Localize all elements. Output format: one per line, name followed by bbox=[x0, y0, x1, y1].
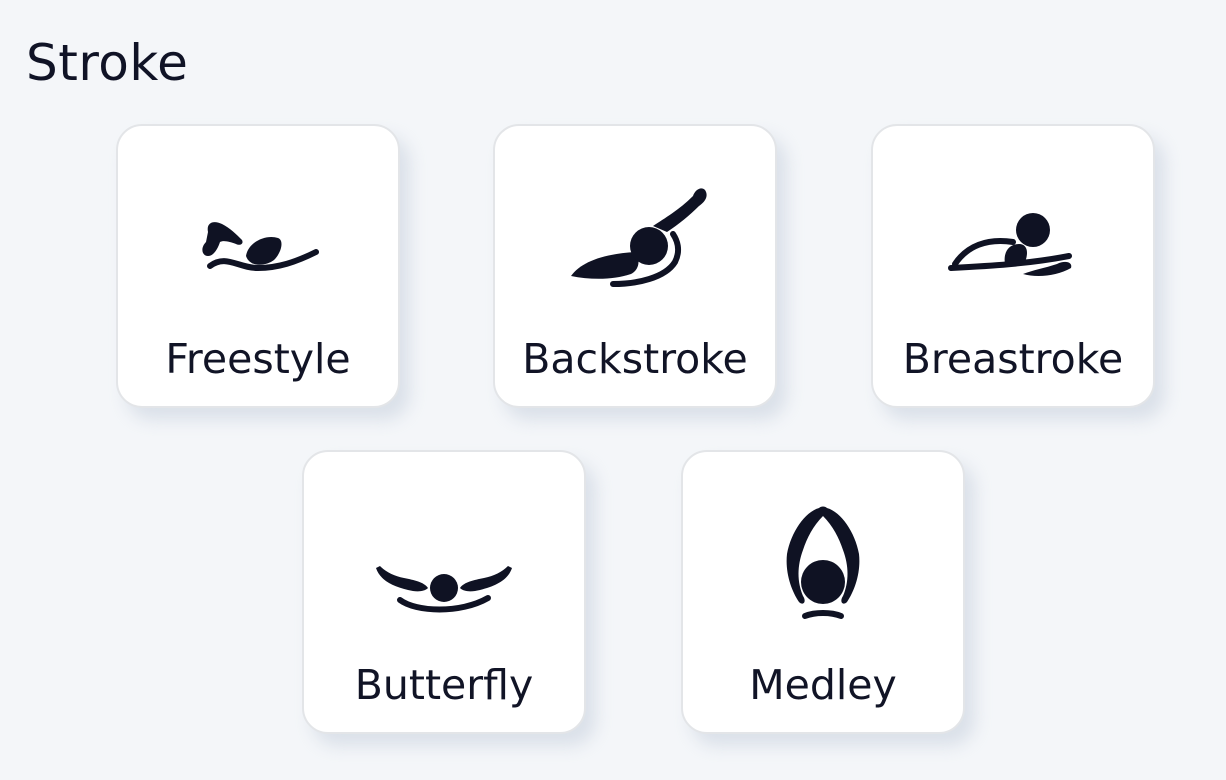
butterfly-swimmer-icon bbox=[364, 502, 524, 632]
stroke-label: Freestyle bbox=[165, 335, 351, 383]
breaststroke-swimmer-icon bbox=[933, 176, 1093, 306]
stroke-label: Butterfly bbox=[354, 661, 534, 709]
freestyle-swimmer-icon bbox=[178, 176, 338, 306]
medley-swimmer-icon bbox=[743, 502, 903, 632]
stroke-option-medley[interactable]: Medley bbox=[681, 450, 965, 734]
stroke-option-freestyle[interactable]: Freestyle bbox=[116, 124, 400, 408]
stroke-option-breaststroke[interactable]: Breastroke bbox=[871, 124, 1155, 408]
stroke-option-backstroke[interactable]: Backstroke bbox=[493, 124, 777, 408]
stroke-label: Breastroke bbox=[902, 335, 1124, 383]
section-title: Stroke bbox=[26, 34, 189, 92]
stroke-label: Backstroke bbox=[522, 335, 748, 383]
backstroke-swimmer-icon bbox=[555, 176, 715, 306]
stroke-label: Medley bbox=[749, 661, 897, 709]
stroke-option-butterfly[interactable]: Butterfly bbox=[302, 450, 586, 734]
